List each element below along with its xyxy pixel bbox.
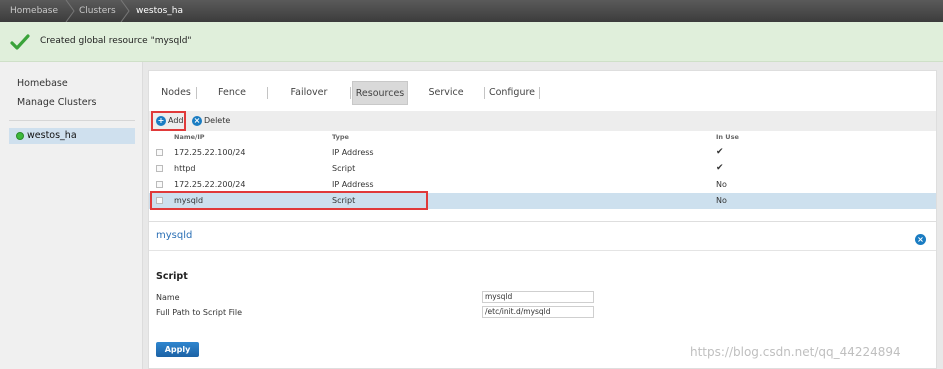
tab-divider <box>350 87 351 99</box>
highlight-box-row <box>150 191 428 210</box>
checkmark-icon <box>10 34 30 50</box>
cell-type: Script <box>332 164 356 173</box>
cluster-name: westos_ha <box>27 130 77 141</box>
cell-in-use: No <box>716 180 727 189</box>
left-sidebar: Homebase Manage Clusters westos_ha <box>0 62 143 369</box>
close-icon: × <box>192 115 202 126</box>
detail-divider <box>149 250 936 251</box>
sidebar-divider <box>9 120 135 121</box>
tab-fence-devices[interactable]: Fence Devices <box>198 81 266 122</box>
notification-message: Created global resource "mysqld" <box>40 36 192 46</box>
table-row[interactable]: httpd Script ✔ <box>149 161 936 177</box>
tab-divider <box>267 87 268 99</box>
apply-button[interactable]: Apply <box>156 342 199 357</box>
tab-failover-domains[interactable]: Failover Domains <box>269 81 349 122</box>
cell-type: IP Address <box>332 148 374 157</box>
row-checkbox[interactable] <box>156 181 163 188</box>
tab-configure[interactable]: Configure <box>487 81 537 105</box>
cell-in-use: ✔ <box>716 163 724 173</box>
tab-resources[interactable]: Resources <box>352 81 408 105</box>
script-path-field[interactable]: /etc/init.d/mysqld <box>482 306 594 318</box>
cell-name: httpd <box>174 164 196 173</box>
nav-homebase[interactable]: Homebase <box>17 78 68 89</box>
row-checkbox[interactable] <box>156 149 163 156</box>
tab-nodes[interactable]: Nodes <box>157 81 195 105</box>
column-header-name[interactable]: Name/IP <box>174 133 205 141</box>
breadcrumb-current: westos_ha <box>136 6 184 16</box>
tab-divider <box>196 87 197 99</box>
breadcrumb-clusters[interactable]: Clusters <box>79 0 116 22</box>
table-row[interactable]: 172.25.22.100/24 IP Address ✔ <box>149 145 936 161</box>
tab-divider <box>484 87 485 99</box>
name-field[interactable]: mysqld <box>482 291 594 303</box>
table-header: Name/IP Type In Use <box>149 133 936 145</box>
column-header-in-use[interactable]: In Use <box>716 133 739 141</box>
highlight-box-add <box>151 111 186 131</box>
chevron-right-icon <box>65 0 75 22</box>
script-path-label: Full Path to Script File <box>156 308 243 317</box>
watermark: https://blog.csdn.net/qq_44224894 <box>690 345 901 359</box>
status-online-icon <box>16 132 24 140</box>
cell-in-use: ✔ <box>716 147 724 157</box>
tab-divider <box>539 87 540 99</box>
nav-manage-clusters[interactable]: Manage Clusters <box>17 97 96 108</box>
resources-toolbar: + Add × Delete <box>149 111 936 131</box>
sidebar-item-cluster[interactable]: westos_ha <box>9 128 135 144</box>
tab-service-groups[interactable]: Service Groups <box>412 81 480 122</box>
column-header-type[interactable]: Type <box>332 133 349 141</box>
chevron-right-icon <box>120 0 130 22</box>
section-heading: Script <box>156 271 188 282</box>
breadcrumb: Homebase Clusters westos_ha <box>0 0 943 22</box>
delete-button[interactable]: × Delete <box>192 115 230 127</box>
delete-button-label: Delete <box>204 116 231 125</box>
detail-title: mysqld <box>156 230 193 241</box>
cell-name: 172.25.22.100/24 <box>174 148 246 157</box>
success-notification: Created global resource "mysqld" <box>0 22 943 62</box>
close-icon[interactable]: × <box>915 234 926 245</box>
name-label: Name <box>156 293 180 302</box>
cell-in-use: No <box>716 196 727 205</box>
cell-name: 172.25.22.200/24 <box>174 180 246 189</box>
cell-type: IP Address <box>332 180 374 189</box>
row-checkbox[interactable] <box>156 165 163 172</box>
breadcrumb-homebase[interactable]: Homebase <box>10 0 58 22</box>
